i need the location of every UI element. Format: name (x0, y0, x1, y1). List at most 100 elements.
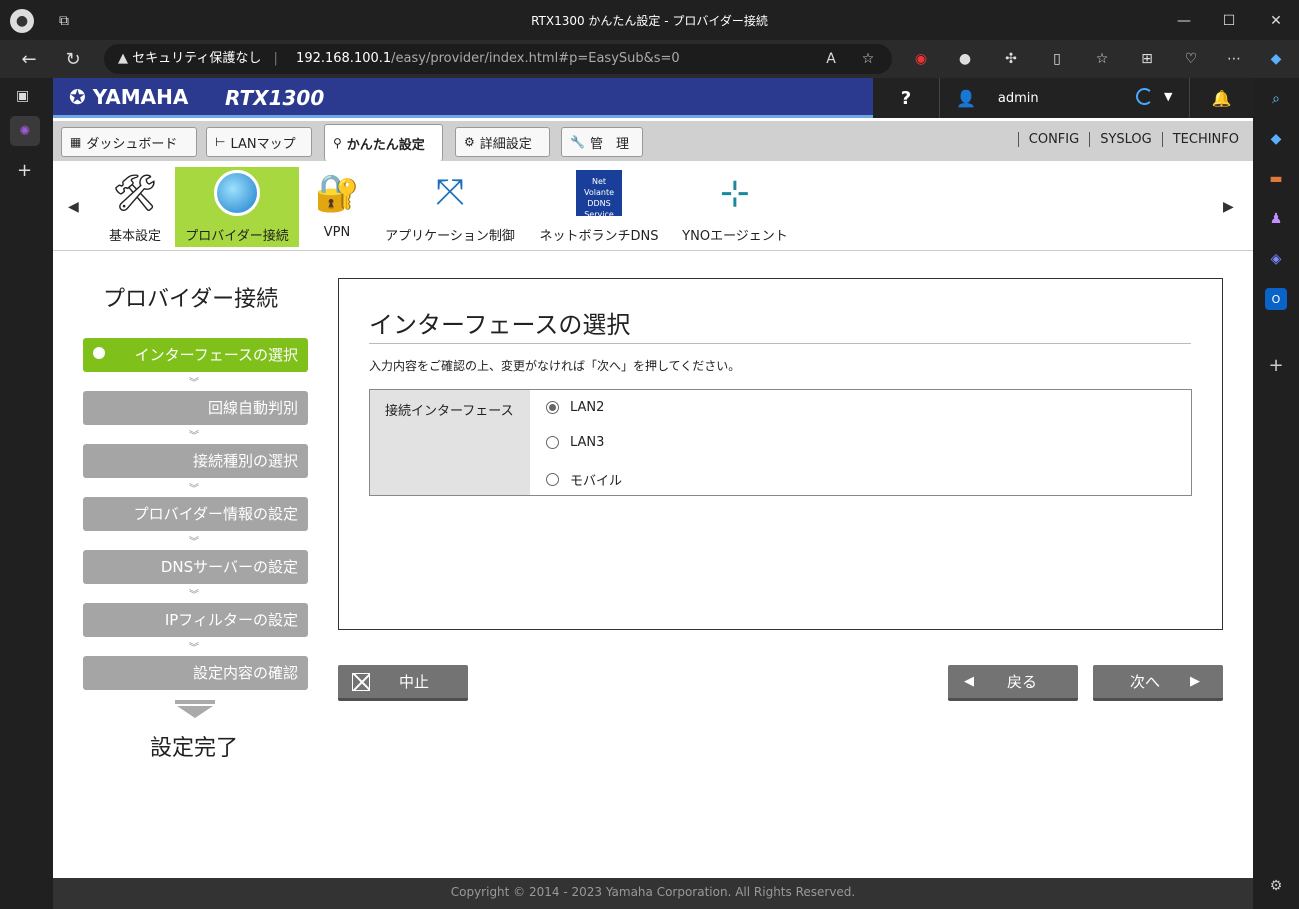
techinfo-link[interactable]: TECHINFO (1161, 132, 1239, 147)
split-screen-icon[interactable]: ▯ (1046, 48, 1068, 70)
collections-icon[interactable]: ⊞ (1136, 48, 1158, 70)
window-title: RTX1300 かんたん設定 - プロバイダー接続 (531, 14, 768, 28)
url-bar[interactable]: ▲ セキュリティ保護なし | 192.168.100.1/easy/provid… (104, 44, 892, 74)
chevron-down-icon: ︾ (189, 643, 199, 654)
scroll-left-icon[interactable]: ◀ (68, 199, 79, 215)
url-host: 192.168.100.1 (296, 51, 392, 66)
step-ip-filter: IPフィルターの設定 (83, 603, 308, 637)
model-name: RTX1300 (225, 86, 325, 110)
yamaha-header: ✪ YAMAHA RTX1300 ? 👤 admin ▼ 🔔 (53, 78, 1253, 118)
next-button[interactable]: 次へ ▶ (1093, 665, 1223, 701)
tools-icon: 🛠 (112, 173, 158, 214)
interface-form-table: 接続インターフェース LAN2 LAN3 モバイル (369, 389, 1192, 496)
refresh-icon[interactable]: ↻ (60, 46, 86, 72)
user-menu[interactable]: 👤 admin ▼ (939, 78, 1189, 118)
active-tab-icon[interactable]: ✺ (10, 116, 40, 146)
back-icon[interactable]: ← (16, 46, 42, 72)
ddns-badge-icon: Net Volante DDNS Service (537, 167, 661, 219)
tab-manage[interactable]: 🔧 管 理 (561, 127, 643, 157)
chevron-down-icon: ︾ (189, 378, 199, 389)
security-label: セキュリティ保護なし (132, 51, 262, 66)
loading-spinner-icon (1136, 88, 1153, 105)
network-icon: ⊹ (719, 172, 751, 214)
step-line-detect: 回線自動判別 (83, 391, 308, 425)
games-icon[interactable]: ♟ (1265, 208, 1287, 230)
panel-description: 入力内容をご確認の上、変更がなければ「次へ」を押してください。 (369, 359, 741, 373)
menu-vpn[interactable]: 🔐 VPN (305, 167, 369, 247)
scroll-right-icon[interactable]: ▶ (1223, 199, 1234, 215)
tab-advanced[interactable]: ⚙ 詳細設定 (455, 127, 550, 157)
new-tab-icon[interactable]: + (17, 160, 32, 181)
read-aloud-icon[interactable]: A (820, 48, 842, 70)
syslog-link[interactable]: SYSLOG (1089, 132, 1162, 147)
close-icon[interactable]: ✕ (1264, 9, 1288, 33)
chevron-down-icon: ︾ (189, 484, 199, 495)
config-link[interactable]: CONFIG (1017, 132, 1090, 147)
browser-left-sidebar: ▣ ✺ + (0, 78, 52, 909)
step-connection-type: 接続種別の選択 (83, 444, 308, 478)
option-mobile[interactable]: モバイル (546, 470, 622, 489)
tab-actions-icon[interactable]: ▣ (16, 88, 29, 104)
chevron-down-icon: ︾ (189, 537, 199, 548)
bell-icon[interactable]: 🔔 (1189, 78, 1253, 118)
tab-easy-setup[interactable]: ⚲ かんたん設定 (324, 124, 443, 161)
triangle-right-icon: ▶ (1190, 674, 1201, 689)
copyright-footer: Copyright © 2014 - 2023 Yamaha Corporati… (53, 878, 1253, 909)
settings-gear-icon[interactable]: ⚙ (1265, 875, 1287, 897)
favorite-star-icon[interactable]: ☆ (857, 48, 879, 70)
panel-title: インターフェースの選択 (369, 311, 631, 339)
step-confirm: 設定内容の確認 (83, 656, 308, 690)
health-icon[interactable]: ♡ (1180, 48, 1202, 70)
menu-basic-settings[interactable]: 🛠 基本設定 (101, 167, 169, 247)
menu-application-control[interactable]: ⤧ アプリケーション制御 (383, 167, 517, 247)
step-interface-select: インターフェースの選択 (83, 338, 308, 372)
radio-mobile[interactable] (546, 473, 559, 486)
user-icon: 👤 (956, 88, 976, 108)
header-right: ? 👤 admin ▼ 🔔 (873, 78, 1253, 118)
yamaha-logo: ✪ YAMAHA (69, 85, 189, 109)
warning-icon: ▲ (118, 51, 128, 66)
cancel-x-icon (352, 672, 370, 691)
setup-complete-label: 設定完了 (150, 736, 239, 761)
minimize-icon[interactable]: — (1172, 9, 1196, 33)
help-button[interactable]: ? (873, 78, 939, 118)
tab-lanmap[interactable]: ⊢ LANマップ (206, 127, 312, 157)
steps-title: プロバイダー接続 (103, 287, 279, 312)
option-lan2[interactable]: LAN2 (546, 400, 604, 415)
step-dns-server: DNSサーバーの設定 (83, 550, 308, 584)
copilot-icon[interactable]: ◆ (1265, 48, 1287, 70)
easy-setup-icon: ⚲ (333, 136, 342, 150)
shopping-tag-icon[interactable]: ◆ (1265, 128, 1287, 150)
more-icon[interactable]: ⋯ (1223, 48, 1245, 70)
outlook-icon[interactable]: O (1265, 288, 1287, 310)
record-extension-icon[interactable]: ◉ (910, 48, 932, 70)
easy-menu-row: ◀ 🛠 基本設定 プロバイダー接続 🔐 VPN ⤧ アプリケーション制御 Net… (53, 161, 1253, 251)
search-icon[interactable]: ⌕ (1265, 88, 1287, 110)
top-links: CONFIG SYSLOG TECHINFO (1017, 132, 1239, 147)
maximize-icon[interactable]: ☐ (1217, 9, 1241, 33)
field-label: 接続インターフェース (370, 390, 530, 495)
puzzle-icon[interactable]: ✣ (1000, 48, 1022, 70)
tab-dashboard[interactable]: ▦ ダッシュボード (61, 127, 197, 157)
favorites-icon[interactable]: ☆ (1091, 48, 1113, 70)
wrench-icon: 🔧 (570, 135, 585, 149)
chevron-down-icon: ▼ (1164, 90, 1173, 103)
extension-icon[interactable]: ● (954, 48, 976, 70)
add-sidebar-icon[interactable]: + (1265, 354, 1287, 376)
menu-provider-connection[interactable]: プロバイダー接続 (175, 167, 299, 247)
menu-yno-agent[interactable]: ⊹ YNOエージェント (679, 167, 791, 247)
cancel-button[interactable]: 中止 (338, 665, 468, 701)
gear-icon: ⚙ (464, 135, 475, 149)
tools-icon[interactable]: ▬ (1265, 168, 1287, 190)
lanmap-icon: ⊢ (215, 135, 226, 149)
copilot-side-icon[interactable]: ◈ (1265, 248, 1287, 270)
divider (369, 343, 1191, 344)
option-lan3[interactable]: LAN3 (546, 435, 604, 450)
step-provider-info: プロバイダー情報の設定 (83, 497, 308, 531)
back-button[interactable]: ◀ 戻る (948, 665, 1078, 701)
browser-title-bar: ● ⧉ RTX1300 かんたん設定 - プロバイダー接続 — ☐ ✕ (0, 0, 1299, 40)
menu-netvolante-dns[interactable]: Net Volante DDNS Service ネットボランチDNS (537, 167, 661, 247)
radio-lan3[interactable] (546, 436, 559, 449)
radio-lan2[interactable] (546, 401, 559, 414)
dashboard-icon: ▦ (70, 135, 82, 149)
